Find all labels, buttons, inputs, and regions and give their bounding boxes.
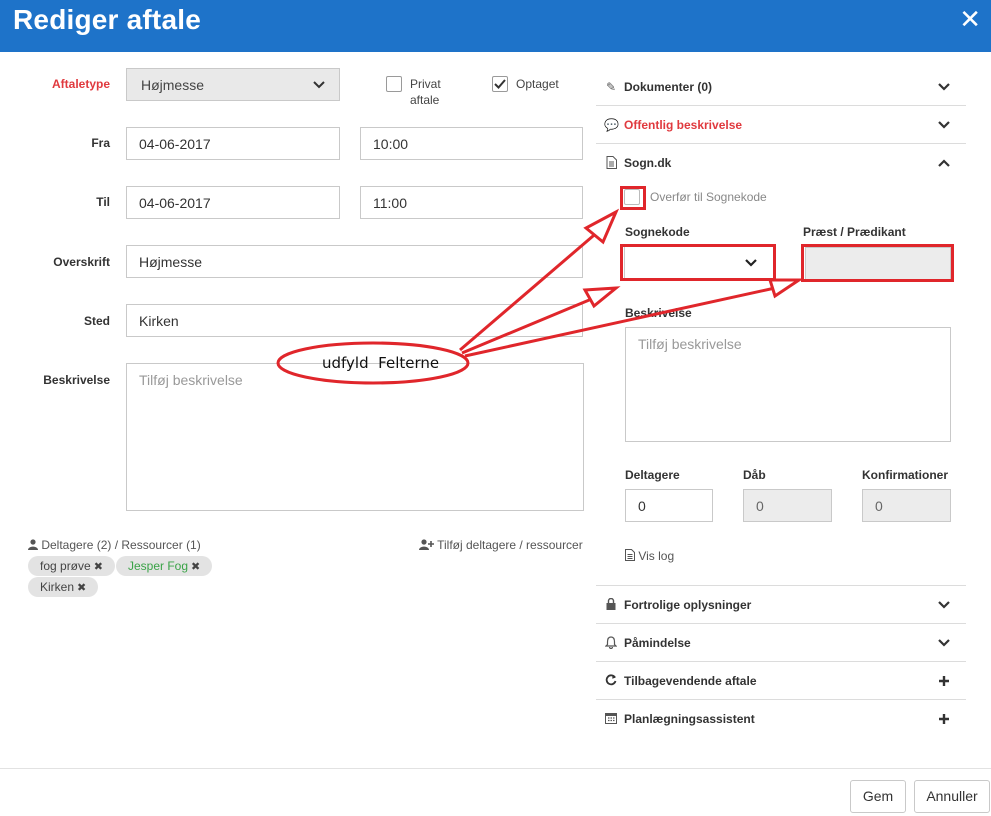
annotation-text: udfyld Felterne [322, 354, 440, 372]
save-button[interactable]: Gem [850, 780, 906, 813]
annotation-arrowhead [767, 278, 804, 299]
annotation-arrow [464, 286, 776, 358]
annotation-arrowhead [582, 286, 621, 309]
footer-divider [0, 768, 991, 769]
cancel-button[interactable]: Annuller [914, 780, 990, 813]
annotation-overlay [276, 208, 804, 385]
annotation-arrow [461, 296, 595, 355]
